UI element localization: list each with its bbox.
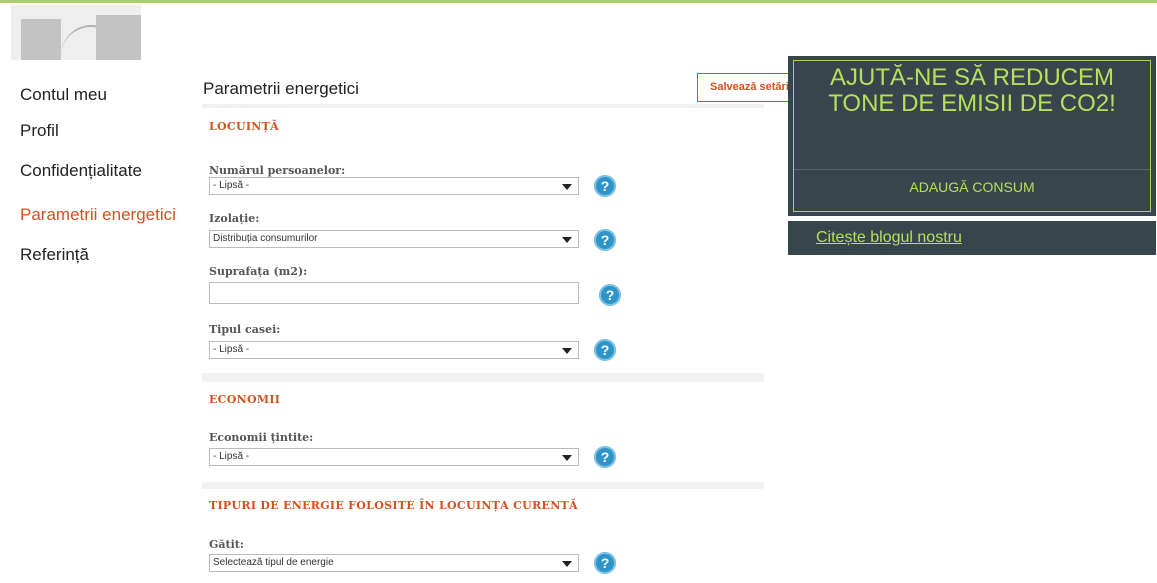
read-blog-link[interactable]: Citește blogul nostru [816,229,962,247]
field-label-economii-tintite: Economii țintite: [209,431,314,444]
select-value: - Lipsă - [213,344,250,355]
field-label-gatit: Gătit: [209,538,244,551]
numarul-persoanelor-select[interactable]: - Lipsă - [209,177,579,195]
section-tipuri-energie: TIPURI DE ENERGIE FOLOSITE ÎN LOCUINȚA C… [202,489,764,583]
select-value: Distribuția consumurilor [213,233,318,244]
help-icon[interactable]: ? [594,552,616,574]
help-icon[interactable]: ? [594,446,616,468]
field-label-suprafata: Suprafața (m2): [209,265,308,278]
select-value: Selectează tipul de energie [213,557,334,568]
gatit-select[interactable]: Selectează tipul de energie [209,554,579,572]
help-icon[interactable]: ? [594,339,616,361]
field-label-numarul-persoanelor: Numărul persoanelor: [209,164,346,177]
chevron-down-icon [562,184,572,190]
izolatie-select[interactable]: Distribuția consumurilor [209,230,579,248]
avatar-shape-left [21,19,61,60]
co2-promo-box: AJUTĂ-NE SĂ REDUCEM TONE DE EMISII DE CO… [788,56,1156,216]
page-title: Parametrii energetici [203,79,359,98]
blog-banner: Citește blogul nostru [788,221,1156,255]
sidebar-item-profil[interactable]: Profil [20,121,59,141]
help-icon[interactable]: ? [594,229,616,251]
help-icon[interactable]: ? [599,284,621,306]
suprafata-input[interactable] [209,282,579,304]
promo-divider [794,169,1150,170]
chevron-down-icon [562,455,572,461]
help-icon[interactable]: ? [594,175,616,197]
promo-border: AJUTĂ-NE SĂ REDUCEM TONE DE EMISII DE CO… [793,60,1151,212]
chevron-down-icon [562,561,572,567]
field-label-izolatie: Izolație: [209,212,260,225]
avatar[interactable] [11,5,141,60]
section-title: ECONOMII [209,393,281,406]
section-title: LOCUINȚĂ [209,120,279,133]
select-value: - Lipsă - [213,180,250,191]
chevron-down-icon [562,237,572,243]
promo-title: AJUTĂ-NE SĂ REDUCEM TONE DE EMISII DE CO… [828,64,1116,117]
tipul-casei-select[interactable]: - Lipsă - [209,341,579,359]
section-locuinta: LOCUINȚĂ Numărul persoanelor: - Lipsă - … [202,108,764,373]
sidebar-item-parametrii-energetici[interactable]: Parametrii energetici [20,205,202,225]
section-economii: ECONOMII Economii țintite: - Lipsă - ? [202,382,764,482]
sidebar-item-confidentialitate[interactable]: Confidențialitate [20,161,142,181]
economii-tintite-select[interactable]: - Lipsă - [209,448,579,466]
sidebar-item-referinta[interactable]: Referință [20,245,89,265]
sidebar-item-contul-meu[interactable]: Contul meu [20,85,107,105]
add-consumption-button[interactable]: ADAUGĂ CONSUM [794,179,1150,195]
field-label-tipul-casei: Tipul casei: [209,323,281,336]
save-settings-button[interactable]: Salvează setările [697,73,791,102]
section-title: TIPURI DE ENERGIE FOLOSITE ÎN LOCUINȚA C… [209,499,578,512]
select-value: - Lipsă - [213,451,250,462]
chevron-down-icon [562,348,572,354]
avatar-shape-right [96,15,141,60]
top-accent-line [0,0,1157,3]
